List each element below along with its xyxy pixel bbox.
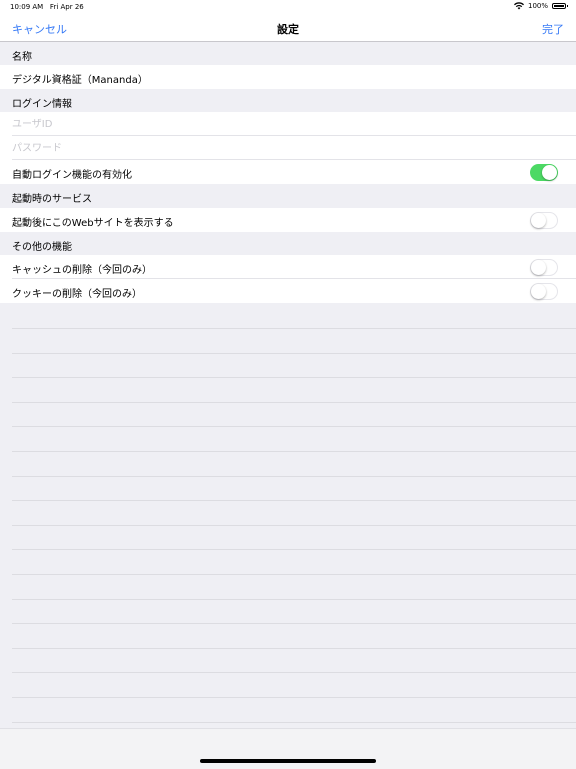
toggle-knob	[531, 284, 546, 299]
userid-field[interactable]	[12, 116, 552, 132]
status-bar: 10:09 AM Fri Apr 26 100%	[0, 0, 576, 14]
show-website-row: 起動後にこのWebサイトを表示する	[0, 208, 576, 232]
empty-row-divider	[12, 574, 576, 575]
section-header-name: 名称	[0, 42, 576, 65]
status-time: 10:09 AM Fri Apr 26	[10, 3, 84, 11]
empty-row-divider	[12, 549, 576, 550]
status-date: Fri Apr 26	[49, 3, 84, 11]
battery-fill	[554, 5, 564, 7]
wifi-icon	[513, 2, 524, 10]
name-value: デジタル資格証（Mananda）	[12, 75, 148, 86]
clear-cookie-toggle[interactable]	[530, 283, 558, 300]
section-header-other: その他の機能	[0, 232, 576, 255]
home-indicator[interactable]	[200, 759, 376, 763]
empty-row-divider	[12, 697, 576, 698]
empty-row-divider	[12, 476, 576, 477]
show-website-label: 起動後にこのWebサイトを表示する	[12, 218, 174, 229]
empty-row-divider	[12, 623, 576, 624]
toggle-knob	[531, 213, 546, 228]
userid-row	[0, 112, 576, 136]
empty-row-divider	[12, 722, 576, 723]
password-row	[0, 136, 576, 160]
clear-cookie-row: クッキーの削除（今回のみ）	[0, 279, 576, 303]
empty-row-divider	[12, 672, 576, 673]
empty-row-divider	[12, 402, 576, 403]
empty-row-divider	[12, 377, 576, 378]
clear-cache-toggle[interactable]	[530, 259, 558, 276]
toggle-knob	[531, 260, 546, 275]
section-header-startup: 起動時のサービス	[0, 184, 576, 207]
name-row[interactable]: デジタル資格証（Mananda）	[0, 65, 576, 89]
empty-row-divider	[12, 328, 576, 329]
empty-row-divider	[12, 426, 576, 427]
status-clock: 10:09 AM	[10, 3, 44, 11]
empty-row-divider	[12, 353, 576, 354]
status-right: 100%	[513, 2, 568, 10]
auto-login-label: 自動ログイン機能の有効化	[12, 170, 132, 181]
empty-table-area	[0, 304, 576, 728]
clear-cache-row: キャッシュの削除（今回のみ）	[0, 255, 576, 279]
nav-bar: キャンセル 設定 完了	[0, 14, 576, 42]
page-title: 設定	[277, 23, 299, 36]
show-website-toggle[interactable]	[530, 212, 558, 229]
empty-row-divider	[12, 525, 576, 526]
auto-login-toggle[interactable]	[530, 164, 558, 181]
password-field[interactable]	[12, 140, 552, 156]
empty-row-divider	[12, 451, 576, 452]
battery-percent: 100%	[527, 2, 548, 10]
section-header-login: ログイン情報	[0, 89, 576, 112]
clear-cookie-label: クッキーの削除（今回のみ）	[12, 289, 142, 300]
battery-icon	[552, 3, 568, 9]
toggle-knob	[542, 165, 557, 180]
auto-login-row: 自動ログイン機能の有効化	[0, 160, 576, 184]
empty-row-divider	[12, 599, 576, 600]
clear-cache-label: キャッシュの削除（今回のみ）	[12, 265, 152, 276]
empty-row-divider	[12, 500, 576, 501]
empty-row-divider	[12, 648, 576, 649]
done-button[interactable]: 完了	[542, 21, 564, 37]
